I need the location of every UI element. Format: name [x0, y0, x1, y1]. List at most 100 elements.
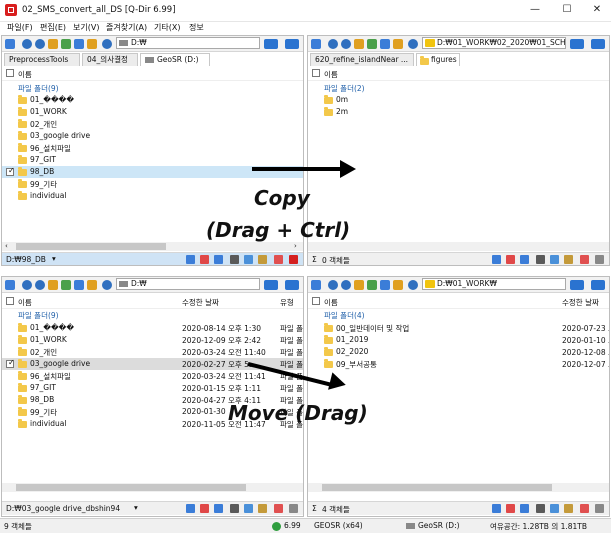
refresh-icon[interactable] [408, 280, 418, 290]
forward-icon[interactable] [35, 39, 45, 49]
monitor-icon[interactable] [285, 280, 299, 290]
list-item[interactable]: 01_WORK 2020-12-09 오후 2:42 파일 폴 [2, 334, 303, 346]
refresh-icon[interactable] [408, 39, 418, 49]
tree-icon[interactable] [61, 280, 71, 290]
back-icon[interactable] [328, 280, 338, 290]
scroll-thumb[interactable] [322, 484, 552, 491]
select-all-checkbox[interactable] [312, 297, 320, 305]
tab-geosr[interactable]: GeoSR (D:) [140, 53, 210, 66]
close-pane-icon[interactable] [289, 255, 298, 264]
mail-icon[interactable] [200, 255, 209, 264]
pin-icon[interactable] [580, 504, 589, 513]
list-item[interactable]: 01_���� 2020-08-14 오후 1:30 파일 폴 [2, 322, 303, 334]
delete-icon[interactable] [214, 255, 223, 264]
folder-icon[interactable] [87, 280, 97, 290]
column-name[interactable]: 이름 [18, 69, 32, 80]
up-folder-icon[interactable] [48, 39, 58, 49]
column-type[interactable]: 유형 [280, 297, 294, 308]
list-item[interactable]: 0m [308, 94, 609, 106]
folder-icon[interactable] [87, 39, 97, 49]
select-all-checkbox[interactable] [6, 69, 14, 77]
tab-figures[interactable]: figures [416, 53, 460, 66]
copy-icon[interactable] [550, 504, 559, 513]
monitor-icon[interactable] [591, 39, 605, 49]
back-icon[interactable] [328, 39, 338, 49]
close-pane-icon[interactable] [289, 504, 298, 513]
column-name[interactable]: 이름 [324, 69, 338, 80]
monitor-icon[interactable] [285, 39, 299, 49]
tab-preprocesstools[interactable]: PreprocessTools [4, 53, 80, 66]
list-item[interactable]: 02_2020 2020-12-08 오 [308, 346, 609, 358]
mail-icon[interactable] [506, 255, 515, 264]
item-checkbox[interactable]: ✓ [6, 166, 15, 176]
horizontal-scrollbar[interactable]: ‹ › [2, 242, 303, 251]
tree-icon[interactable] [367, 39, 377, 49]
mail-icon[interactable] [200, 504, 209, 513]
forward-icon[interactable] [341, 39, 351, 49]
list-item[interactable]: 96_설치파일 [2, 142, 303, 154]
horizontal-scrollbar[interactable] [308, 483, 609, 492]
cut-icon[interactable] [536, 255, 545, 264]
monitor-icon[interactable] [591, 280, 605, 290]
monitor-icon[interactable] [264, 280, 278, 290]
filter-icon[interactable] [186, 255, 195, 264]
address-bar-top-right[interactable]: D:₩01_WORK₩02_2020₩01_SCHIS [422, 37, 566, 49]
copy-icon[interactable] [550, 255, 559, 264]
menu-extras[interactable]: 기타(X) [154, 22, 180, 33]
tab-decision[interactable]: 04_의사결정 [82, 53, 138, 66]
up-folder-icon[interactable] [354, 280, 364, 290]
address-bar-bottom-left[interactable]: D:₩ [116, 278, 260, 290]
column-name[interactable]: 이름 [18, 297, 32, 308]
scroll-thumb[interactable] [16, 484, 246, 491]
paste-icon[interactable] [564, 255, 573, 264]
menu-view[interactable]: 보기(V) [73, 22, 99, 33]
menu-info[interactable]: 정보 [189, 22, 204, 33]
menu-file[interactable]: 파일(F) [7, 22, 33, 33]
scroll-thumb[interactable] [16, 243, 166, 250]
view-icon[interactable] [311, 280, 321, 290]
monitor-icon[interactable] [264, 39, 278, 49]
cut-icon[interactable] [536, 504, 545, 513]
group-header[interactable]: 파일 폴더(9) [18, 310, 59, 321]
folder-icon[interactable] [393, 39, 403, 49]
cut-icon[interactable] [230, 504, 239, 513]
list-icon[interactable] [380, 39, 390, 49]
list-item[interactable]: 01_WORK [2, 106, 303, 118]
maximize-button[interactable]: ☐ [552, 0, 582, 21]
delete-icon[interactable] [520, 504, 529, 513]
list-item[interactable]: 01_2019 2020-01-10 오 [308, 334, 609, 346]
list-icon[interactable] [380, 280, 390, 290]
paste-icon[interactable] [258, 504, 267, 513]
close-button[interactable]: ✕ [582, 0, 611, 21]
folder-icon[interactable] [393, 280, 403, 290]
view-icon[interactable] [311, 39, 321, 49]
scroll-left-icon[interactable]: ‹ [5, 242, 8, 250]
view-icon[interactable] [5, 280, 15, 290]
list-item[interactable]: 97_GIT 2020-01-15 오후 1:11 파일 폴 [2, 382, 303, 394]
refresh-icon[interactable] [102, 280, 112, 290]
list-item[interactable]: 01_���� [2, 94, 303, 106]
back-icon[interactable] [22, 280, 32, 290]
paste-icon[interactable] [564, 504, 573, 513]
list-item[interactable]: 00_일반데이터 및 작업 2020-07-23 오 [308, 322, 609, 334]
select-all-checkbox[interactable] [6, 297, 14, 305]
list-item[interactable]: 96_설치파일2020-03-24 오전 11:41파일 폴 [2, 370, 303, 382]
list-icon[interactable] [74, 39, 84, 49]
list-item[interactable]: 2m [308, 106, 609, 118]
delete-icon[interactable] [520, 255, 529, 264]
select-all-checkbox[interactable] [312, 69, 320, 77]
cut-icon[interactable] [230, 255, 239, 264]
chevron-down-icon[interactable]: ▾ [134, 503, 138, 512]
group-header[interactable]: 파일 폴더(2) [324, 83, 365, 94]
address-bar-top-left[interactable]: D:₩ [116, 37, 260, 49]
list-icon[interactable] [74, 280, 84, 290]
list-item[interactable]: 09_부서공통 2020-12-07 오 [308, 358, 609, 370]
view-icon[interactable] [5, 39, 15, 49]
refresh-icon[interactable] [102, 39, 112, 49]
tab-refine-island[interactable]: 620_refine_islandNear ... [310, 53, 414, 66]
scroll-right-icon[interactable]: › [294, 242, 297, 250]
column-date[interactable]: 수정한 날짜 [562, 297, 599, 308]
pin-icon[interactable] [274, 504, 283, 513]
group-header[interactable]: 파일 폴더(9) [18, 83, 59, 94]
mail-icon[interactable] [506, 504, 515, 513]
